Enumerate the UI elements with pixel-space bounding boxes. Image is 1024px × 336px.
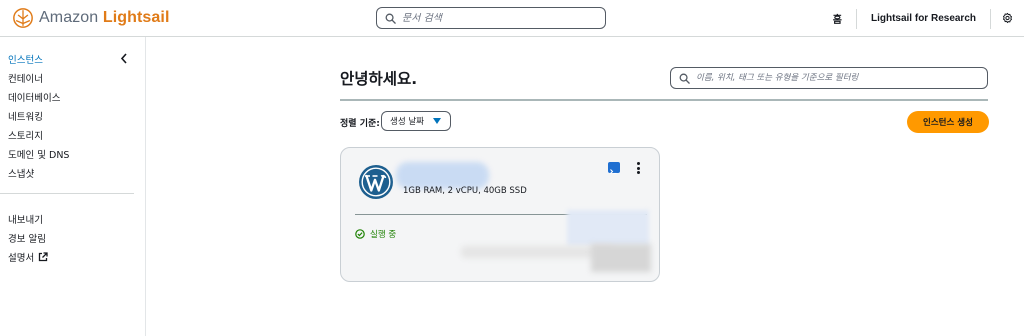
home-link[interactable]: 홈 [819, 9, 856, 29]
instance-filter-input[interactable] [696, 73, 976, 83]
sidebar-item-databases[interactable]: 데이터베이스 [8, 90, 60, 104]
external-link-icon [39, 252, 48, 262]
sort-value: 생성 날짜 [390, 117, 424, 127]
sort-dropdown[interactable]: 생성 날짜 [381, 111, 451, 131]
instance-name-redacted[interactable] [396, 162, 489, 189]
instance-card[interactable]: 1GB RAM, 2 vCPU, 40GB SSD 실행 중 [340, 147, 660, 282]
header-divider [340, 99, 988, 101]
search-icon [385, 13, 396, 24]
sidebar-item-domains-dns[interactable]: 도메인 및 DNS [8, 147, 69, 161]
instance-filter-box[interactable] [670, 67, 988, 89]
top-right-links: 홈 Lightsail for Research [819, 0, 1024, 37]
sidebar-item-snapshots[interactable]: 스냅샷 [8, 166, 34, 180]
documentation-label: 설명서 [8, 253, 35, 264]
docs-search-input[interactable] [402, 12, 582, 24]
lightsail-logo[interactable]: Amazon Lightsail [12, 7, 170, 29]
sidebar-item-storage[interactable]: 스토리지 [8, 128, 43, 142]
sidebar-item-export[interactable]: 내보내기 [8, 212, 43, 226]
page-greeting: 안녕하세요. [340, 70, 418, 88]
check-circle-icon [355, 229, 365, 239]
docs-search-box[interactable] [376, 7, 606, 29]
sidebar-item-containers[interactable]: 컨테이너 [8, 71, 43, 85]
sidebar-item-alarms[interactable]: 경보 알림 [8, 231, 46, 245]
sidebar: 인스턴스 컨테이너 데이터베이스 네트워킹 스토리지 도메인 및 DNS 스냅샷… [0, 37, 146, 336]
lightsail-for-research-link[interactable]: Lightsail for Research [855, 8, 990, 29]
terminal-icon[interactable] [608, 162, 620, 175]
sidebar-divider [0, 193, 134, 194]
brand-prefix: Amazon [39, 9, 99, 26]
lightsail-logo-icon [13, 8, 33, 28]
top-navigation-bar: Amazon Lightsail 홈 Lightsail for Researc… [0, 0, 1024, 37]
sidebar-item-instances[interactable]: 인스턴스 [8, 52, 43, 66]
brand-accent: Lightsail [102, 9, 170, 26]
kebab-menu-icon[interactable] [634, 161, 642, 175]
search-icon [679, 73, 690, 84]
redacted-region [591, 244, 651, 272]
status-label: 실행 중 [370, 230, 397, 240]
redacted-region [567, 210, 649, 246]
wordpress-icon [359, 165, 393, 199]
instance-status: 실행 중 [355, 228, 396, 240]
chevron-left-icon [120, 52, 127, 64]
sidebar-item-documentation[interactable]: 설명서 [8, 250, 48, 264]
create-instance-button[interactable]: 인스턴스 생성 [907, 111, 989, 133]
brand-name: Amazon Lightsail [39, 9, 170, 27]
gear-icon [1003, 12, 1012, 24]
instance-spec: 1GB RAM, 2 vCPU, 40GB SSD [403, 186, 527, 196]
caret-down-icon [433, 118, 441, 124]
sidebar-item-networking[interactable]: 네트워킹 [8, 109, 43, 123]
collapse-sidebar-button[interactable] [118, 51, 130, 65]
settings-button[interactable] [990, 8, 1024, 29]
sort-label: 정렬 기준: [340, 119, 380, 129]
